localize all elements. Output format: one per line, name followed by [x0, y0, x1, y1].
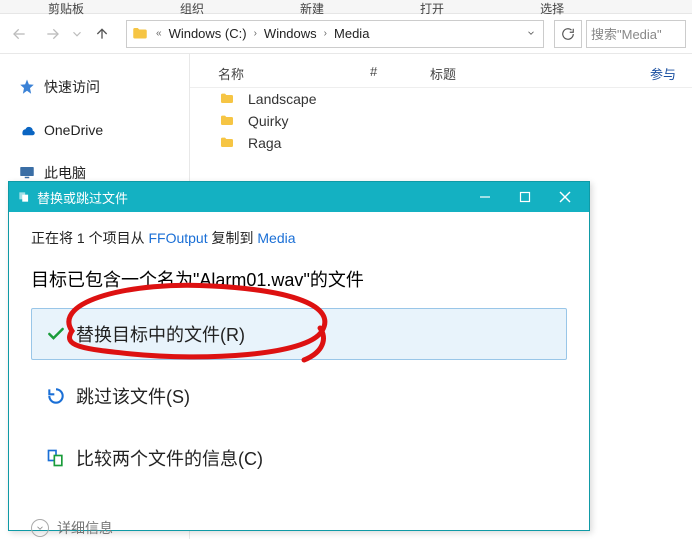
dialog-body: 正在将 1 个项目从 FFOutput 复制到 Media 目标已包含一个名为"…: [9, 212, 589, 554]
breadcrumb-segment[interactable]: Windows: [260, 26, 321, 41]
source-link[interactable]: FFOutput: [148, 230, 207, 246]
option-label: 比较两个文件的信息(C): [76, 445, 263, 471]
details-toggle[interactable]: 详细信息: [31, 518, 567, 538]
dialog-options: 替换目标中的文件(R) 跳过该文件(S) 比较两个文件的信息(C): [31, 308, 567, 484]
dest-link[interactable]: Media: [257, 230, 295, 246]
chevron-right-icon: ›: [251, 28, 260, 39]
sidebar-item-label: 此电脑: [44, 163, 86, 183]
breadcrumb-dropdown[interactable]: [519, 26, 543, 41]
maximize-button[interactable]: [505, 182, 545, 212]
conflict-message: 目标已包含一个名为"Alarm01.wav"的文件: [31, 266, 567, 292]
folder-icon: [218, 113, 236, 129]
sidebar-item-label: 快速访问: [44, 77, 100, 97]
ribbon-item[interactable]: 组织: [132, 0, 252, 13]
column-hash[interactable]: #: [370, 64, 430, 83]
list-item[interactable]: Landscape: [190, 88, 692, 110]
column-headers: 名称 # 标题 参与: [190, 60, 692, 88]
sidebar-item-label: OneDrive: [44, 122, 103, 138]
chevron-right-icon: «: [153, 28, 165, 39]
address-bar: « Windows (C:) › Windows › Media 搜索"Medi…: [0, 14, 692, 54]
option-skip[interactable]: 跳过该文件(S): [31, 370, 567, 422]
list-item[interactable]: Quirky: [190, 110, 692, 132]
ribbon-item[interactable]: 剪贴板: [0, 0, 132, 13]
recent-dropdown[interactable]: [70, 20, 84, 48]
ribbon-item[interactable]: 打开: [372, 0, 492, 13]
ribbon: 剪贴板 组织 新建 打开 选择: [0, 0, 692, 14]
file-name: Landscape: [248, 91, 317, 107]
pc-icon: [18, 164, 36, 182]
folder-icon: [131, 25, 149, 43]
ribbon-item[interactable]: 新建: [252, 0, 372, 13]
forward-button[interactable]: [38, 20, 66, 48]
column-participate[interactable]: 参与: [550, 64, 692, 83]
folder-icon: [218, 91, 236, 107]
onedrive-icon: [18, 121, 36, 139]
chevron-down-icon: [31, 519, 49, 537]
breadcrumb[interactable]: « Windows (C:) › Windows › Media: [126, 20, 544, 48]
up-button[interactable]: [88, 20, 116, 48]
list-item[interactable]: Raga: [190, 132, 692, 154]
check-icon: [46, 324, 66, 344]
conflict-filename: Alarm01.wav: [199, 270, 303, 290]
minimize-button[interactable]: [465, 182, 505, 212]
dialog-title: 替换或跳过文件: [37, 188, 465, 207]
details-label: 详细信息: [57, 518, 113, 538]
replace-or-skip-dialog: 替换或跳过文件 正在将 1 个项目从 FFOutput 复制到 Media 目标…: [8, 181, 590, 531]
option-compare[interactable]: 比较两个文件的信息(C): [31, 432, 567, 484]
ribbon-item[interactable]: 选择: [492, 0, 612, 13]
option-label: 跳过该文件(S): [76, 383, 190, 409]
folder-icon: [218, 135, 236, 151]
back-button[interactable]: [6, 20, 34, 48]
breadcrumb-segment[interactable]: Media: [330, 26, 373, 41]
progress-text: 正在将 1 个项目从 FFOutput 复制到 Media: [31, 228, 567, 248]
skip-icon: [46, 386, 66, 406]
file-name: Quirky: [248, 113, 288, 129]
file-name: Raga: [248, 135, 281, 151]
search-input[interactable]: 搜索"Media": [586, 20, 686, 48]
sidebar-item-quickaccess[interactable]: 快速访问: [0, 72, 189, 102]
dialog-titlebar[interactable]: 替换或跳过文件: [9, 182, 589, 212]
chevron-right-icon: ›: [321, 28, 330, 39]
option-label: 替换目标中的文件(R): [76, 321, 245, 347]
breadcrumb-segment[interactable]: Windows (C:): [165, 26, 251, 41]
refresh-button[interactable]: [554, 20, 582, 48]
search-placeholder: 搜索"Media": [591, 24, 662, 43]
close-button[interactable]: [545, 182, 585, 212]
compare-icon: [46, 448, 66, 468]
copy-icon: [17, 190, 31, 204]
star-icon: [18, 78, 36, 96]
sidebar-item-onedrive[interactable]: OneDrive: [0, 116, 189, 144]
column-name[interactable]: 名称: [190, 64, 370, 83]
option-replace[interactable]: 替换目标中的文件(R): [31, 308, 567, 360]
column-title[interactable]: 标题: [430, 64, 550, 83]
